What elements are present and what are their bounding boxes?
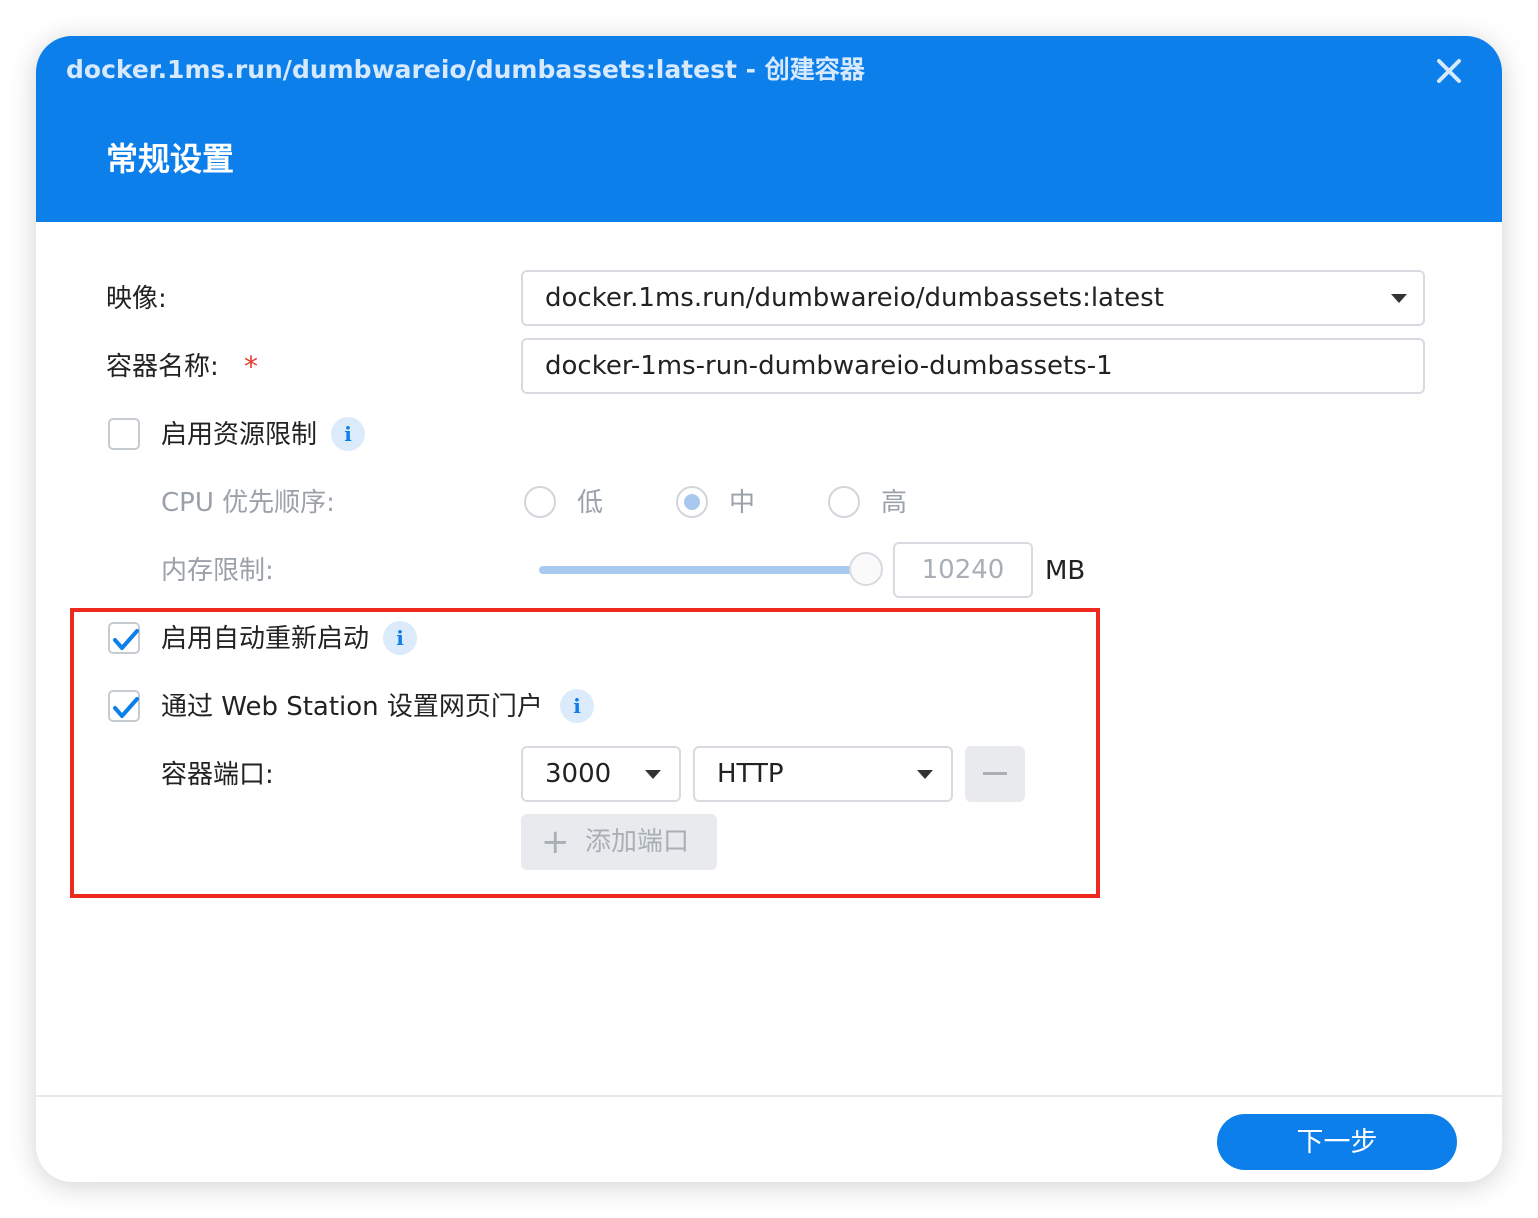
container-name-value: docker-1ms-run-dumbwareio-dumbassets-1 (545, 351, 1113, 381)
resource-limit-label: 启用资源限制 (161, 420, 318, 450)
container-name-input[interactable]: docker-1ms-run-dumbwareio-dumbassets-1 (521, 338, 1425, 394)
radio-cpu-medium-label: 中 (729, 488, 756, 518)
memory-unit: MB (1045, 556, 1086, 586)
next-button[interactable]: 下一步 (1217, 1114, 1457, 1170)
required-mark: * (244, 350, 258, 383)
memory-slider-handle[interactable] (849, 552, 883, 586)
section-title: 常规设置 (106, 140, 235, 178)
image-select[interactable]: docker.1ms.run/dumbwareio/dumbassets:lat… (521, 270, 1425, 326)
cpu-priority-label: CPU 优先顺序: (161, 488, 335, 518)
close-button[interactable] (1434, 56, 1464, 86)
radio-cpu-low-label: 低 (577, 488, 604, 518)
window-title: docker.1ms.run/dumbwareio/dumbassets:lat… (66, 55, 865, 84)
memory-limit-input[interactable]: 10240 (893, 542, 1033, 598)
radio-cpu-low[interactable] (524, 486, 556, 518)
image-label: 映像: (106, 284, 167, 314)
image-select-value: docker.1ms.run/dumbwareio/dumbassets:lat… (545, 283, 1164, 313)
memory-limit-label: 内存限制: (161, 556, 274, 586)
memory-slider-track[interactable] (539, 566, 859, 574)
close-icon (1437, 59, 1461, 83)
create-container-dialog: docker.1ms.run/dumbwareio/dumbassets:lat… (36, 36, 1502, 1182)
radio-cpu-medium[interactable] (676, 486, 708, 518)
info-icon[interactable]: i (331, 417, 365, 451)
radio-selected-dot (684, 494, 700, 510)
highlight-box (70, 608, 1100, 898)
container-name-label: 容器名称: (106, 352, 219, 382)
chevron-down-icon (1391, 294, 1407, 303)
footer-divider (36, 1095, 1502, 1097)
radio-cpu-high[interactable] (828, 486, 860, 518)
resource-limit-checkbox[interactable] (108, 418, 140, 450)
dialog-header: docker.1ms.run/dumbwareio/dumbassets:lat… (36, 36, 1502, 222)
radio-cpu-high-label: 高 (881, 488, 908, 518)
